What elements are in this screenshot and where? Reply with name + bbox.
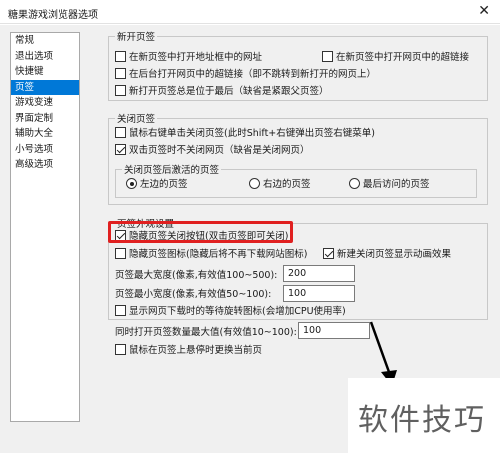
- watermark-text: 软件技巧: [358, 403, 486, 438]
- radio-icon[interactable]: [249, 178, 260, 189]
- right-click-close-option[interactable]: 鼠标右键单击关闭页签(此时Shift+右键弹出页签右键菜单): [115, 127, 375, 140]
- max-width-label: 页签最大宽度(像素,有效值100~500):: [115, 270, 278, 281]
- option-label: 在后台打开网页中的超链接（即不跳转到新打开的网页上）: [129, 69, 377, 80]
- sidebar-item-shortcuts[interactable]: 快捷键: [11, 64, 79, 80]
- min-width-label: 页签最小宽度(像素,有效值50~100):: [115, 289, 272, 300]
- title-bar: 糖果游戏浏览器选项 ✕: [0, 0, 500, 24]
- watermark: 软件技巧: [348, 378, 500, 453]
- checkbox-icon[interactable]: [322, 51, 333, 62]
- min-width-input[interactable]: 100: [283, 285, 355, 302]
- option-label: 双击页签时不关闭网页（缺省是关闭网页）: [129, 145, 310, 156]
- checkbox-icon[interactable]: [115, 85, 126, 96]
- option-label: 在新页签中打开网页中的超链接: [336, 52, 470, 63]
- tab-appearance-legend: 页签外观设置: [117, 219, 175, 230]
- checkbox-icon[interactable]: [115, 68, 126, 79]
- double-click-no-close-option[interactable]: 双击页签时不关闭网页（缺省是关闭网页）: [115, 144, 310, 157]
- hide-close-button-option[interactable]: 隐藏页签关闭按钮(双击页签即可关闭): [115, 230, 288, 243]
- show-spinner-option[interactable]: 显示网页下载时的等待旋转图标(会增加CPU使用率): [115, 305, 346, 318]
- sidebar-item-alt-accounts[interactable]: 小号选项: [11, 142, 79, 158]
- max-open-tabs-label: 同时打开页签数量最大值(有效值10~100):: [115, 327, 297, 338]
- close-icon[interactable]: ✕: [478, 3, 490, 19]
- sidebar-item-ui-customize[interactable]: 界面定制: [11, 111, 79, 127]
- sidebar-item-general[interactable]: 常规: [11, 33, 79, 49]
- activate-after-close-legend: 关闭页签后激活的页签: [124, 165, 220, 176]
- open-link-background-option[interactable]: 在后台打开网页中的超链接（即不跳转到新打开的网页上）: [115, 68, 376, 81]
- activate-left-option[interactable]: 左边的页签: [126, 178, 188, 191]
- option-label: 隐藏页签关闭按钮(双击页签即可关闭): [129, 231, 289, 242]
- close-animation-option[interactable]: 新建关闭页签显示动画效果: [323, 248, 451, 261]
- option-label: 显示网页下载时的等待旋转图标(会增加CPU使用率): [129, 306, 346, 317]
- checkbox-icon[interactable]: [115, 51, 126, 62]
- option-label: 鼠标右键单击关闭页签(此时Shift+右键弹出页签右键菜单): [129, 128, 375, 139]
- sidebar-item-exit-options[interactable]: 退出选项: [11, 49, 79, 65]
- checkbox-icon[interactable]: [115, 248, 126, 259]
- open-address-url-option[interactable]: 在新页签中打开地址框中的网址: [115, 51, 262, 64]
- activate-right-option[interactable]: 右边的页签: [249, 178, 311, 191]
- sidebar-item-tabs[interactable]: 页签: [11, 79, 79, 95]
- hover-switch-option[interactable]: 鼠标在页签上悬停时更换当前页: [115, 344, 262, 357]
- sidebar-item-advanced[interactable]: 高级选项: [11, 157, 79, 173]
- radio-selected-icon[interactable]: [126, 178, 137, 189]
- checkbox-icon[interactable]: [115, 127, 126, 138]
- new-tab-at-end-option[interactable]: 新打开页签总是位于最后（缺省是紧跟父页签）: [115, 85, 329, 98]
- sidebar-item-game-speed[interactable]: 游戏变速: [11, 95, 79, 111]
- option-label: 左边的页签: [140, 179, 188, 190]
- checkbox-checked-icon[interactable]: [323, 248, 334, 259]
- options-category-list[interactable]: 常规 退出选项 快捷键 页签 游戏变速 界面定制 辅助大全 小号选项 高级选项: [10, 32, 80, 422]
- option-label: 右边的页签: [263, 179, 311, 190]
- sidebar-item-helpers[interactable]: 辅助大全: [11, 126, 79, 142]
- option-label: 鼠标在页签上悬停时更换当前页: [129, 345, 263, 356]
- max-width-input[interactable]: 200: [283, 265, 355, 282]
- close-tab-legend: 关闭页签: [117, 114, 156, 125]
- option-label: 最后访问的页签: [363, 179, 430, 190]
- activate-last-visited-option[interactable]: 最后访问的页签: [349, 178, 430, 191]
- checkbox-icon[interactable]: [115, 305, 126, 316]
- max-open-tabs-input[interactable]: 100: [298, 322, 370, 339]
- radio-icon[interactable]: [349, 178, 360, 189]
- checkbox-icon[interactable]: [115, 344, 126, 355]
- option-label: 隐藏页签图标(隐藏后将不再下载网站图标): [129, 249, 308, 260]
- open-link-new-tab-option[interactable]: 在新页签中打开网页中的超链接: [322, 51, 469, 64]
- option-label: 新建关闭页签显示动画效果: [337, 249, 452, 260]
- hide-tab-icon-option[interactable]: 隐藏页签图标(隐藏后将不再下载网站图标): [115, 248, 307, 261]
- checkbox-checked-icon[interactable]: [115, 144, 126, 155]
- new-tab-legend: 新开页签: [117, 32, 156, 43]
- checkbox-checked-icon[interactable]: [115, 230, 126, 241]
- window-title: 糖果游戏浏览器选项: [8, 10, 98, 21]
- option-label: 在新页签中打开地址框中的网址: [129, 52, 263, 63]
- option-label: 新打开页签总是位于最后（缺省是紧跟父页签）: [129, 86, 329, 97]
